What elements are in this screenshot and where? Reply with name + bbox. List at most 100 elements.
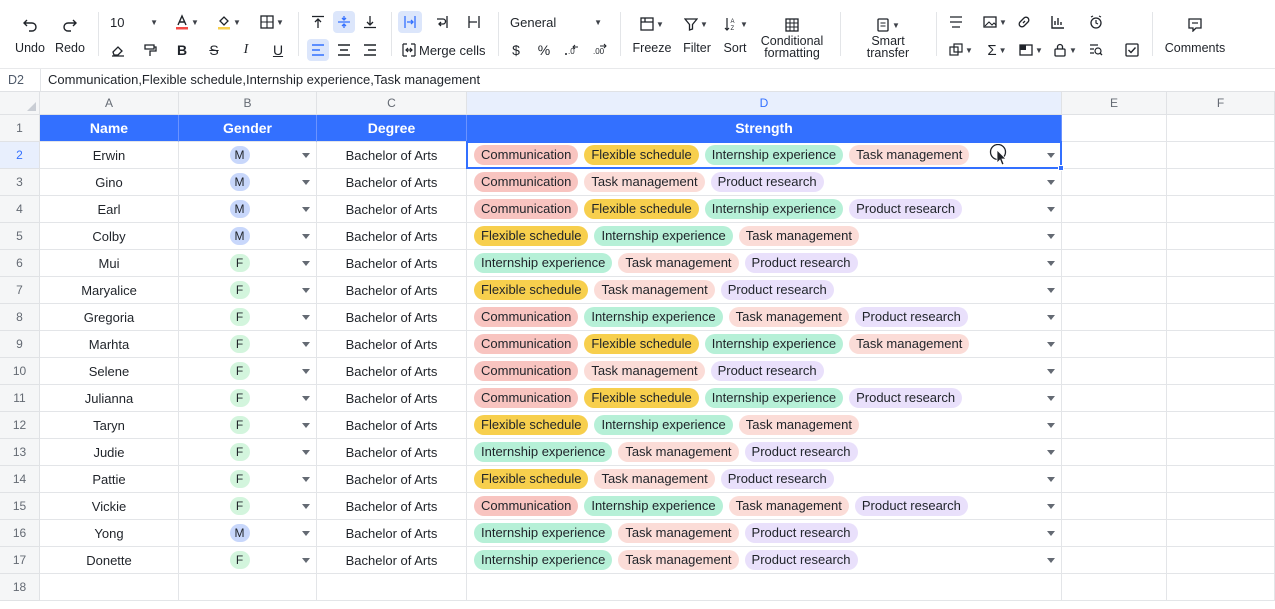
degree-cell[interactable]: Bachelor of Arts [317,547,467,574]
strength-cell[interactable]: Communication Internship experience Task m… [467,493,1062,520]
font-size-select[interactable]: 10 ▼ [106,11,162,33]
row-header-18[interactable]: 18 [0,574,40,601]
name-cell[interactable]: Earl [40,196,179,223]
name-cell[interactable]: Judie [40,439,179,466]
alarm-clock-icon[interactable] [1086,12,1106,32]
dropdown-arrow-icon[interactable] [302,207,310,212]
degree-cell[interactable]: Bachelor of Arts [317,439,467,466]
row-header-2[interactable]: 2 [0,142,40,169]
dropdown-arrow-icon[interactable] [1047,423,1055,428]
sort-icon[interactable]: AZ ▼ [720,13,752,35]
sum-icon[interactable]: Σ ▼ [982,40,1012,60]
table-cell[interactable] [1167,439,1275,466]
table-cell[interactable] [1062,115,1167,142]
table-cell[interactable] [1062,142,1167,169]
degree-cell[interactable]: Bachelor of Arts [317,277,467,304]
gender-cell[interactable]: F [179,304,317,331]
wrap-rows-icon[interactable] [946,12,966,32]
degree-cell[interactable]: Bachelor of Arts [317,223,467,250]
table-cell[interactable] [1062,169,1167,196]
italic-icon[interactable]: I [236,40,256,60]
strength-cell[interactable]: Internship experience Task management Prod… [467,520,1062,547]
gender-header[interactable]: Gender [179,115,317,142]
gender-cell[interactable]: F [179,331,317,358]
name-cell[interactable]: Erwin [40,142,179,169]
format-painter-icon[interactable] [140,40,160,60]
dropdown-arrow-icon[interactable] [302,153,310,158]
text-clip-icon[interactable] [462,11,486,33]
dropdown-arrow-icon[interactable] [302,558,310,563]
eraser-icon[interactable] [108,40,128,60]
text-overflow-icon[interactable] [398,11,422,33]
dropdown-arrow-icon[interactable] [302,504,310,509]
strikethrough-icon[interactable]: S [204,40,224,60]
row-header-4[interactable]: 4 [0,196,40,223]
table-cell[interactable] [179,574,317,601]
row-header-6[interactable]: 6 [0,250,40,277]
smart-transfer-icon[interactable]: ▼ [872,15,904,35]
strength-cell[interactable]: Flexible schedule Task management Product … [467,466,1062,493]
name-cell[interactable]: Yong [40,520,179,547]
dropdown-arrow-icon[interactable] [1047,531,1055,536]
dropdown-arrow-icon[interactable] [1047,504,1055,509]
dropdown-arrow-icon[interactable] [1047,396,1055,401]
gender-cell[interactable]: F [179,358,317,385]
dropdown-arrow-icon[interactable] [302,342,310,347]
row-header-11[interactable]: 11 [0,385,40,412]
table-cell[interactable] [1167,466,1275,493]
dropdown-arrow-icon[interactable] [1047,315,1055,320]
undo-button[interactable]: Undo [10,42,50,55]
row-header-16[interactable]: 16 [0,520,40,547]
formula-input[interactable]: Communication,Flexible schedule,Internsh… [48,72,480,87]
name-cell[interactable]: Julianna [40,385,179,412]
merge-cells-button[interactable]: Merge cells [402,40,492,60]
gender-cell[interactable]: M [179,520,317,547]
gender-cell[interactable]: F [179,385,317,412]
checkbox-icon[interactable] [1122,40,1142,60]
gender-cell[interactable]: F [179,547,317,574]
column-header-e[interactable]: E [1062,91,1167,115]
row-header-10[interactable]: 10 [0,358,40,385]
name-cell[interactable]: Marhta [40,331,179,358]
table-cell[interactable] [1062,250,1167,277]
smart-transfer-label-2[interactable]: transfer [856,47,920,60]
freeze-icon[interactable]: ▼ [636,13,668,35]
table-cell[interactable] [1062,358,1167,385]
sort-button[interactable]: Sort [716,42,754,55]
dropdown-arrow-icon[interactable] [1047,288,1055,293]
gender-cell[interactable]: F [179,493,317,520]
name-cell[interactable]: Selene [40,358,179,385]
cell-style-icon[interactable]: ▼ [1016,40,1046,60]
dropdown-arrow-icon[interactable] [302,261,310,266]
degree-cell[interactable]: Bachelor of Arts [317,142,467,169]
strength-cell[interactable]: Communication Flexible schedule Internship… [467,331,1062,358]
table-cell[interactable] [1167,520,1275,547]
table-cell[interactable] [1167,574,1275,601]
degree-cell[interactable]: Bachelor of Arts [317,196,467,223]
degree-cell[interactable]: Bachelor of Arts [317,493,467,520]
table-cell[interactable] [1062,574,1167,601]
gender-cell[interactable]: M [179,223,317,250]
dropdown-arrow-icon[interactable] [1047,342,1055,347]
name-cell[interactable]: Gino [40,169,179,196]
dropdown-arrow-icon[interactable] [1047,180,1055,185]
redo-icon[interactable] [58,14,82,36]
strength-cell[interactable]: Communication Flexible schedule Internship… [467,142,1062,169]
table-cell[interactable] [1167,547,1275,574]
gender-cell[interactable]: M [179,142,317,169]
table-cell[interactable] [1167,304,1275,331]
table-cell[interactable] [1062,331,1167,358]
degree-cell[interactable]: Bachelor of Arts [317,331,467,358]
dropdown-arrow-icon[interactable] [302,423,310,428]
row-header-3[interactable]: 3 [0,169,40,196]
chart-icon[interactable] [1048,12,1068,32]
dropdown-arrow-icon[interactable] [302,369,310,374]
degree-cell[interactable]: Bachelor of Arts [317,466,467,493]
fill-handle[interactable] [1058,165,1064,171]
dropdown-arrow-icon[interactable] [1047,558,1055,563]
column-header-d[interactable]: D [467,91,1062,115]
name-cell[interactable]: Maryalice [40,277,179,304]
filter-icon[interactable]: ▼ [680,13,712,35]
strength-cell[interactable]: Communication Flexible schedule Internship… [467,385,1062,412]
dropdown-arrow-icon[interactable] [302,234,310,239]
